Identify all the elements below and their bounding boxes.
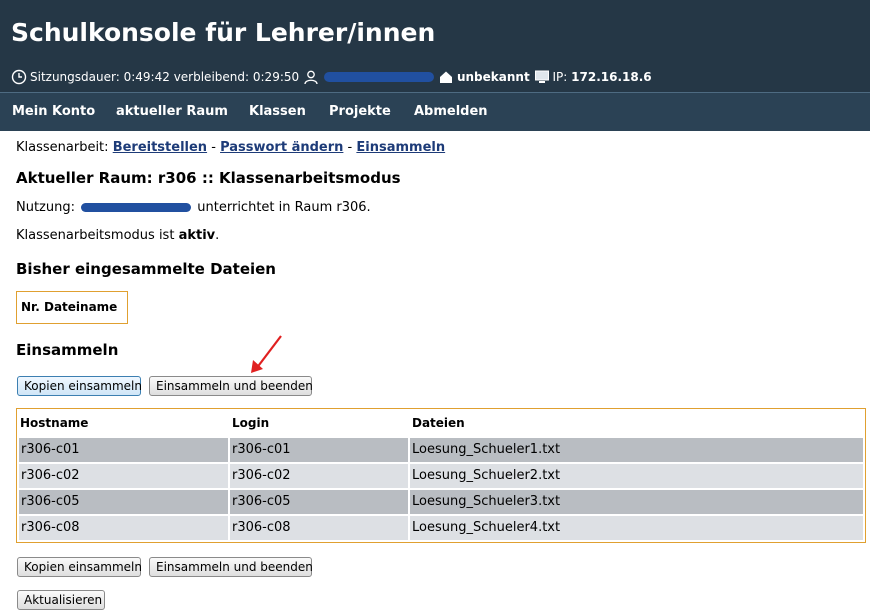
col-hostname: Hostname	[20, 416, 89, 430]
nav-aktueller-raum[interactable]: aktueller Raum	[116, 104, 228, 119]
login-cell: r306-c01	[230, 438, 408, 462]
table-row: r306-c01 r306-c01 Loesung_Schueler1.txt	[19, 438, 863, 462]
mode-value: aktiv	[178, 228, 216, 243]
clock-icon	[11, 69, 27, 85]
nav-abmelden[interactable]: Abmelden	[414, 104, 488, 119]
nav-mein-konto[interactable]: Mein Konto	[12, 104, 95, 119]
hostname-cell: r306-c08	[19, 516, 228, 540]
host-label: unbekannt	[456, 70, 530, 84]
table-row: r306-c08 r306-c08 Loesung_Schueler4.txt	[19, 516, 863, 540]
crumb-separator: -	[211, 140, 216, 155]
copy-collect-button-bottom[interactable]: Kopien einsammeln	[17, 557, 142, 577]
files-cell: Loesung_Schueler2.txt	[410, 464, 863, 488]
home-icon	[439, 71, 452, 83]
refresh-button[interactable]: Aktualisieren	[17, 590, 105, 610]
crumb-prefix: Klassenarbeit:	[16, 140, 109, 155]
hostname-cell: r306-c01	[19, 438, 228, 462]
files-cell: Loesung_Schueler1.txt	[410, 438, 863, 462]
col-dateien: Dateien	[412, 416, 465, 430]
breadcrumb: Klassenarbeit: Bereitstellen - Passwort …	[16, 140, 445, 155]
mode-text: Klassenarbeitsmodus ist aktiv.	[16, 228, 219, 243]
user-icon	[304, 70, 318, 85]
login-cell: r306-c05	[230, 490, 408, 514]
mode-suffix: .	[215, 228, 220, 243]
nav-klassen[interactable]: Klassen	[249, 104, 306, 119]
usage-text: Nutzung: unterrichtet in Raum r306.	[16, 200, 371, 215]
table-row: r306-c05 r306-c05 Loesung_Schueler3.txt	[19, 490, 863, 514]
header: Schulkonsole für Lehrer/innen Sitzungsda…	[0, 0, 870, 92]
files-cell: Loesung_Schueler4.txt	[410, 516, 863, 540]
status-line: Sitzungsdauer: 0:49:42 verbleibend: 0:29…	[11, 69, 652, 85]
remaining-time: 0:29:50	[252, 70, 300, 84]
collected-files-header: Nr. Dateiname	[21, 300, 118, 314]
link-einsammeln[interactable]: Einsammeln	[356, 140, 445, 155]
usage-suffix: unterrichtet in Raum r306.	[197, 200, 371, 215]
link-bereitstellen[interactable]: Bereitstellen	[113, 140, 207, 155]
login-cell: r306-c02	[230, 464, 408, 488]
collected-files-table: Nr. Dateiname	[16, 291, 128, 324]
link-passwort-aendern[interactable]: Passwort ändern	[220, 140, 343, 155]
hostname-cell: r306-c02	[19, 464, 228, 488]
computer-icon	[534, 70, 549, 83]
col-login: Login	[232, 416, 270, 430]
session-label: Sitzungsdauer:	[30, 70, 120, 84]
session-duration: 0:49:42	[123, 70, 170, 84]
remaining-label: verbleibend:	[173, 70, 250, 84]
collect-heading: Einsammeln	[16, 341, 119, 359]
annotation-arrow	[251, 335, 282, 373]
app-title: Schulkonsole für Lehrer/innen	[11, 18, 436, 47]
usage-prefix: Nutzung:	[16, 200, 75, 215]
redacted-teacher-name	[81, 203, 192, 212]
nav-projekte[interactable]: Projekte	[329, 104, 391, 119]
ip-address: 172.16.18.6	[571, 70, 652, 84]
login-cell: r306-c08	[230, 516, 408, 540]
copy-collect-button[interactable]: Kopien einsammeln	[17, 376, 142, 396]
hostname-cell: r306-c05	[19, 490, 228, 514]
collect-and-end-button[interactable]: Einsammeln und beenden	[149, 376, 313, 396]
table-row: r306-c02 r306-c02 Loesung_Schueler2.txt	[19, 464, 863, 488]
crumb-separator: -	[347, 140, 353, 155]
redacted-username	[323, 72, 434, 82]
main-nav: Mein Konto aktueller Raum Klassen Projek…	[0, 92, 870, 131]
mode-prefix: Klassenarbeitsmodus ist	[16, 228, 175, 243]
collected-heading: Bisher eingesammelte Dateien	[16, 260, 276, 278]
files-cell: Loesung_Schueler3.txt	[410, 490, 863, 514]
ip-label: IP:	[552, 70, 568, 84]
page-title: Aktueller Raum: r306 :: Klassenarbeitsmo…	[16, 169, 401, 187]
collect-and-end-button-bottom[interactable]: Einsammeln und beenden	[149, 557, 313, 577]
clients-table: Hostname Login Dateien r306-c01 r306-c01…	[16, 408, 866, 543]
